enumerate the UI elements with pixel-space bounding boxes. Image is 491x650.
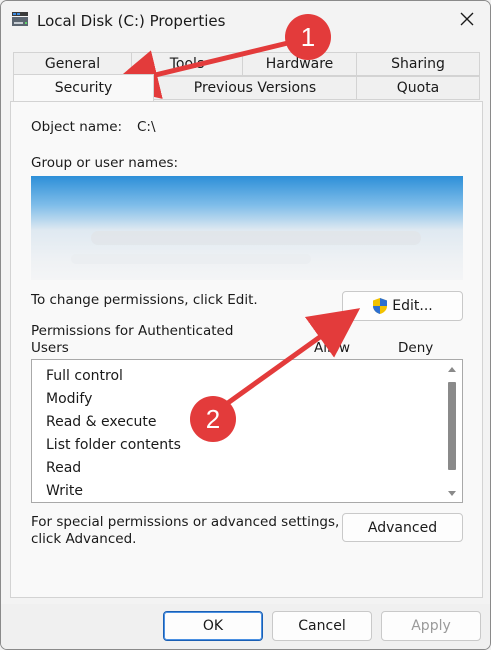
tab-tools[interactable]: Tools — [131, 52, 243, 76]
object-name-label: Object name: — [31, 119, 123, 135]
deny-column-header: Deny — [398, 340, 434, 356]
permission-write: Write — [46, 483, 83, 499]
window-title: Local Disk (C:) Properties — [37, 12, 226, 30]
title-bar: Local Disk (C:) Properties — [1, 1, 490, 41]
group-names-list[interactable] — [31, 176, 463, 280]
annotation-badge-1: 1 — [285, 14, 331, 60]
change-permissions-text: To change permissions, click Edit. — [31, 292, 258, 308]
permissions-list: Full control Modify Read & execute List … — [31, 359, 463, 503]
annotation-badge-2: 2 — [190, 396, 236, 442]
special-permissions-text-line2: click Advanced. — [31, 531, 137, 547]
permissions-for-label-line2: Users — [31, 340, 69, 356]
permission-full-control: Full control — [46, 368, 123, 384]
permission-modify: Modify — [46, 391, 93, 407]
scroll-down-arrow-icon[interactable] — [446, 488, 458, 498]
edit-button[interactable]: Edit... — [342, 291, 463, 321]
cancel-button[interactable]: Cancel — [272, 611, 372, 641]
properties-window: Local Disk (C:) Properties General Tools… — [0, 0, 491, 650]
close-icon — [460, 12, 474, 30]
drive-icon — [11, 11, 29, 27]
permission-read: Read — [46, 460, 82, 476]
group-names-label: Group or user names: — [31, 155, 179, 171]
tab-strip: General Tools Hardware Sharing Security … — [1, 49, 490, 103]
permissions-scrollbar[interactable] — [445, 364, 459, 498]
permissions-for-label-line1: Permissions for Authenticated — [31, 323, 234, 339]
apply-button[interactable]: Apply — [381, 611, 481, 641]
allow-column-header: Allow — [314, 340, 351, 356]
tab-security[interactable]: Security — [13, 74, 154, 101]
advanced-button[interactable]: Advanced — [342, 513, 463, 542]
tab-general[interactable]: General — [13, 52, 132, 76]
tab-previous-versions[interactable]: Previous Versions — [153, 76, 357, 100]
tab-sharing[interactable]: Sharing — [356, 52, 480, 76]
object-name-value: C:\ — [137, 119, 156, 135]
permission-read-execute: Read & execute — [46, 414, 157, 430]
permission-list-folder-contents: List folder contents — [46, 437, 181, 453]
uac-shield-icon — [372, 297, 388, 315]
special-permissions-text-line1: For special permissions or advanced sett… — [31, 514, 340, 530]
scroll-up-arrow-icon[interactable] — [446, 364, 458, 374]
edit-button-label: Edit... — [392, 298, 433, 314]
scroll-thumb[interactable] — [448, 382, 456, 470]
ok-button[interactable]: OK — [163, 611, 263, 641]
close-button[interactable] — [444, 1, 490, 41]
tab-quota[interactable]: Quota — [356, 76, 480, 100]
